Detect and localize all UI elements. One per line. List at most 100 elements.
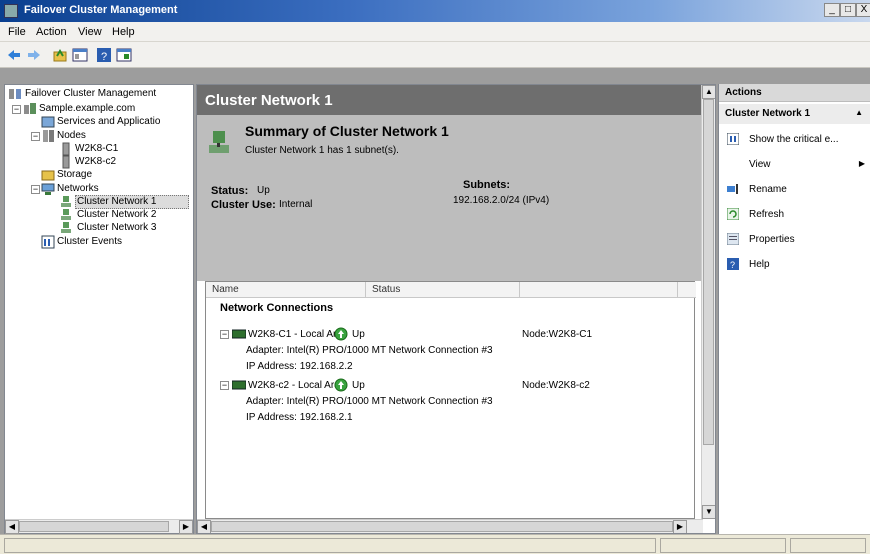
scroll-left-icon[interactable]: ◀ (5, 520, 19, 534)
connection-status-2: Up (352, 380, 365, 391)
summary-panel: Summary of Cluster Network 1 Cluster Net… (197, 115, 703, 281)
up-folder-icon[interactable] (52, 47, 68, 63)
server-icon (62, 142, 70, 156)
events-icon (41, 235, 55, 249)
status-up-icon (334, 327, 348, 341)
cluster-management-icon (9, 89, 21, 99)
navigation-tree: Failover Cluster Management − Sample.exa… (4, 84, 194, 534)
help-icon[interactable]: ? (96, 47, 112, 63)
menu-bar: File Action View Help (0, 22, 870, 42)
connection-node-2: Node:W2K8-c2 (522, 380, 590, 391)
show-action-pane-icon[interactable] (116, 47, 132, 63)
status-value: Up (257, 185, 270, 196)
application-window: Failover Cluster Management _ □ X File A… (0, 0, 870, 554)
column-header-empty[interactable] (520, 282, 678, 298)
scroll-right-icon[interactable]: ▶ (179, 520, 193, 534)
connection-ip-1: IP Address: 192.168.2.2 (246, 361, 353, 372)
connection-adapter-1: Adapter: Intel(R) PRO/1000 MT Network Co… (246, 345, 493, 356)
title-bar: Failover Cluster Management _ □ X (0, 0, 870, 22)
details-pane: Cluster Network 1 Summary of Cluster Net… (196, 84, 716, 534)
tree-node-2[interactable]: W2K8-c2 (75, 156, 116, 167)
subnets-value: 192.168.2.0/24 (IPv4) (453, 195, 550, 206)
tree-networks[interactable]: Networks (57, 183, 99, 194)
back-icon[interactable] (6, 47, 22, 63)
scroll-thumb[interactable] (703, 99, 714, 445)
tree-expander[interactable]: − (12, 105, 21, 114)
scroll-right-icon[interactable]: ▶ (673, 520, 687, 533)
action-view[interactable]: View ▶ (719, 155, 870, 175)
services-icon (41, 116, 55, 128)
row-expander[interactable]: − (220, 381, 229, 390)
rename-icon (727, 184, 738, 194)
tree-hscrollbar[interactable]: ◀ ▶ (5, 519, 193, 534)
menu-file[interactable]: File (8, 26, 26, 38)
actions-subheader-label: Cluster Network 1 (725, 108, 811, 119)
pane-title: Cluster Network 1 (205, 92, 333, 109)
svg-text:?: ? (730, 260, 735, 270)
menu-help[interactable]: Help (112, 26, 135, 38)
action-label: Properties (749, 234, 795, 245)
status-label: Status: (211, 185, 249, 197)
submenu-arrow-icon: ▶ (858, 159, 865, 168)
connection-name-2[interactable]: W2K8-c2 - Local Are.. (248, 380, 345, 391)
maximize-button[interactable]: □ (840, 3, 856, 17)
actions-pane: Actions Cluster Network 1 ▲ Show the cri… (718, 84, 870, 534)
status-bar (0, 534, 870, 554)
action-show-critical-events[interactable]: Show the critical e... (719, 130, 870, 150)
show-hide-tree-icon[interactable] (72, 47, 88, 63)
help-icon: ? (727, 258, 739, 270)
network-adapter-icon (232, 329, 246, 339)
action-refresh[interactable]: Refresh (719, 205, 870, 225)
action-label: Rename (749, 184, 787, 195)
action-rename[interactable]: Rename (719, 180, 870, 200)
network-icon (61, 196, 71, 207)
connection-name-1[interactable]: W2K8-C1 - Local Are.. (248, 329, 347, 340)
close-button[interactable]: X (856, 3, 870, 17)
window-title: Failover Cluster Management (24, 4, 178, 16)
actions-subheader[interactable]: Cluster Network 1 ▲ (719, 104, 870, 124)
status-panel (4, 538, 656, 553)
network-icon (61, 222, 71, 233)
tree-cluster[interactable]: Sample.example.com (39, 103, 135, 114)
tree-expander[interactable]: − (31, 185, 40, 194)
action-properties[interactable]: Properties (719, 230, 870, 250)
forward-icon[interactable] (26, 47, 42, 63)
action-label: Help (749, 259, 770, 270)
tree-storage[interactable]: Storage (57, 169, 92, 180)
column-header-status[interactable]: Status (366, 282, 520, 298)
tree-nodes[interactable]: Nodes (57, 130, 86, 141)
scroll-down-icon[interactable]: ▼ (702, 505, 715, 519)
events-icon (727, 133, 739, 145)
storage-icon (41, 170, 55, 181)
connections-list: Name Status Network Connections − W2K8-C… (205, 281, 696, 519)
menu-view[interactable]: View (78, 26, 102, 38)
column-header-name[interactable]: Name (206, 282, 366, 298)
tree-network-2[interactable]: Cluster Network 2 (77, 209, 156, 220)
tree-node-1[interactable]: W2K8-C1 (75, 143, 118, 154)
details-hscrollbar[interactable]: ◀ ▶ (197, 519, 703, 533)
scroll-left-icon[interactable]: ◀ (197, 520, 211, 533)
actions-header: Actions (719, 84, 870, 102)
scroll-thumb[interactable] (211, 521, 673, 532)
action-help[interactable]: ? Help (719, 255, 870, 275)
row-expander[interactable]: − (220, 330, 229, 339)
menu-action[interactable]: Action (36, 26, 67, 38)
scroll-thumb[interactable] (19, 521, 169, 532)
tree-events[interactable]: Cluster Events (57, 236, 122, 247)
subnets-label: Subnets: (463, 179, 511, 191)
summary-subtitle: Cluster Network 1 has 1 subnet(s). (245, 145, 399, 156)
minimize-button[interactable]: _ (824, 3, 840, 17)
tree-expander[interactable]: − (31, 132, 40, 141)
tree-root[interactable]: Failover Cluster Management (25, 88, 156, 99)
tree-services[interactable]: Services and Applicatio (57, 116, 160, 127)
collapse-icon[interactable]: ▲ (855, 108, 863, 117)
network-icon (61, 209, 71, 220)
status-panel (660, 538, 786, 553)
details-vscrollbar[interactable]: ▲ ▼ (701, 85, 715, 519)
status-panel (790, 538, 866, 553)
column-header-empty[interactable] (678, 282, 696, 298)
tree-network-3[interactable]: Cluster Network 3 (77, 222, 156, 233)
scroll-up-icon[interactable]: ▲ (702, 85, 715, 99)
summary-title: Summary of Cluster Network 1 (245, 123, 449, 139)
tree-network-1[interactable]: Cluster Network 1 (77, 196, 156, 207)
